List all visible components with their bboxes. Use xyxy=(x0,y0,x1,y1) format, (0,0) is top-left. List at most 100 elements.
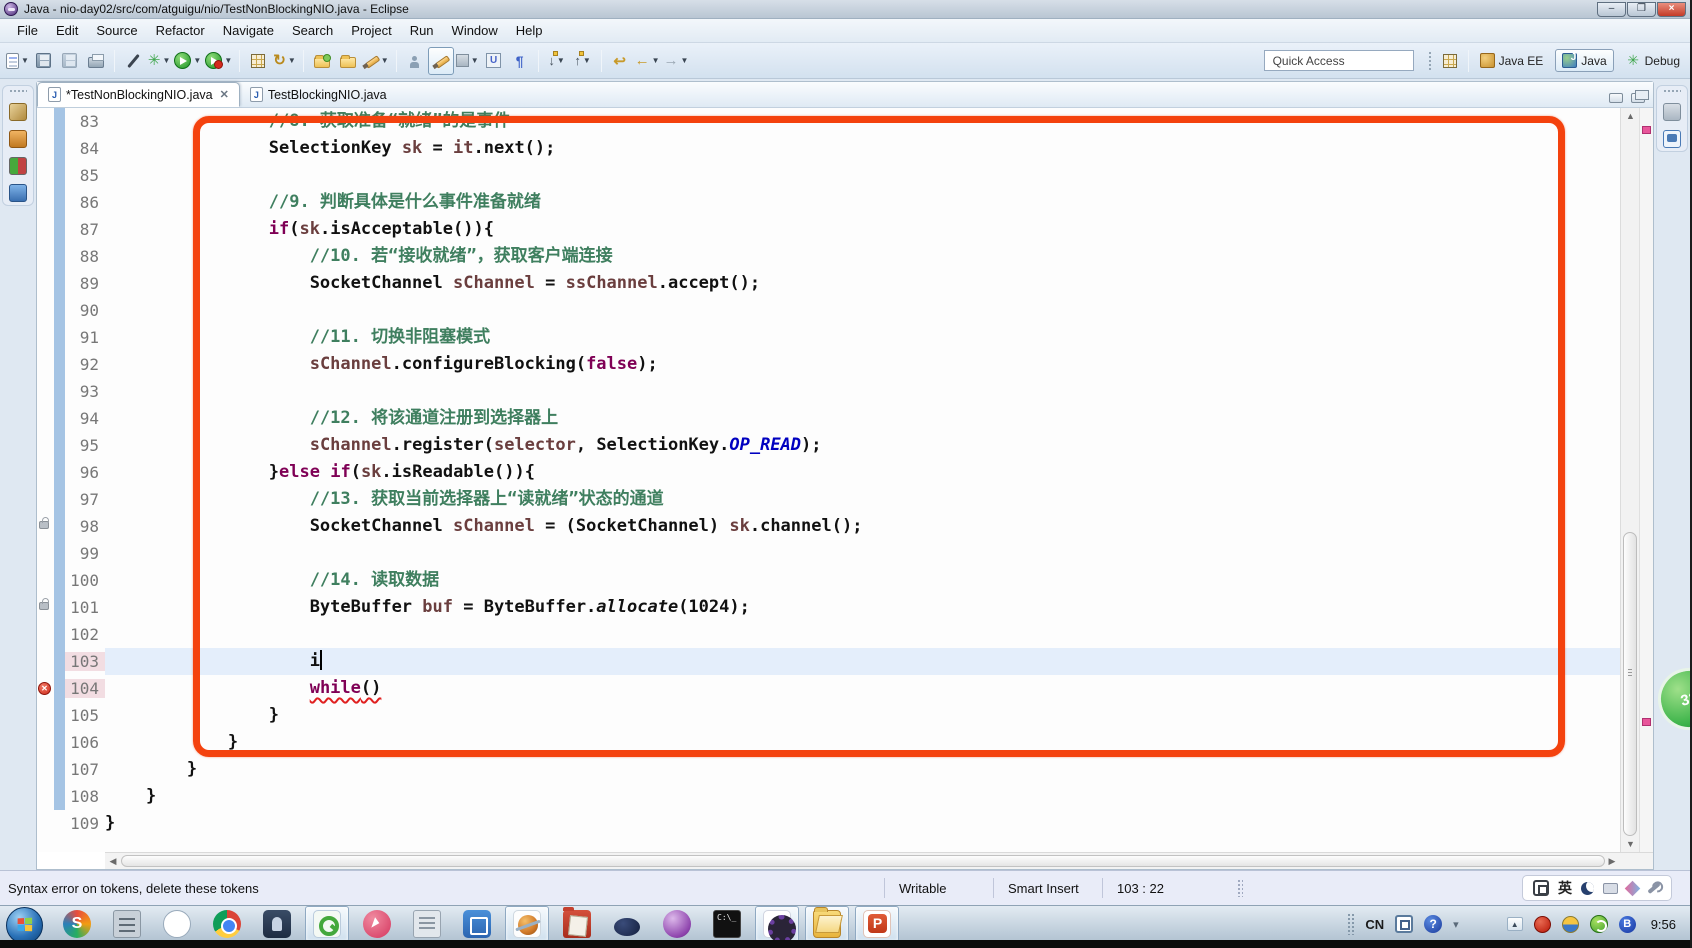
menu-search[interactable]: Search xyxy=(283,21,342,40)
code-text[interactable]: //9. 判断具体是什么事件准备就绪 xyxy=(105,189,1620,216)
horizontal-scrollbar[interactable]: ◀ ▶ xyxy=(105,852,1653,869)
scroll-up-arrow-icon[interactable]: ▲ xyxy=(1621,108,1640,124)
overview-ruler[interactable] xyxy=(1639,108,1653,852)
perspective-grip[interactable] xyxy=(1427,50,1433,71)
windows-explorer-icon[interactable] xyxy=(805,906,849,942)
security-360-tray-icon[interactable] xyxy=(1589,915,1608,933)
perspective-debug[interactable]: ✳ Debug xyxy=(1620,50,1686,71)
screen-capture-app-icon[interactable] xyxy=(355,906,399,942)
package-explorer-collapsed-icon[interactable] xyxy=(9,103,27,121)
show-hidden-icons-button[interactable]: ▲ xyxy=(1506,917,1523,931)
menu-project[interactable]: Project xyxy=(342,21,400,40)
code-line[interactable]: 85 xyxy=(37,162,1620,189)
overview-error-marker[interactable] xyxy=(1642,718,1651,727)
overview-error-marker[interactable] xyxy=(1642,126,1651,134)
code-text[interactable]: SocketChannel sChannel = ssChannel.accep… xyxy=(105,270,1620,297)
code-text[interactable]: } xyxy=(105,702,1620,729)
chrome-icon[interactable] xyxy=(205,906,249,942)
code-text[interactable] xyxy=(105,162,1620,189)
scroll-down-arrow-icon[interactable]: ▼ xyxy=(1621,836,1640,852)
back-history-button[interactable]: ← ▼ xyxy=(633,47,662,75)
moon-icon[interactable] xyxy=(1581,881,1594,895)
restore-views-grip[interactable] xyxy=(9,89,27,94)
code-line[interactable]: 87 if(sk.isAcceptable()){ xyxy=(37,216,1620,243)
open-type-button[interactable] xyxy=(309,47,335,75)
menu-file[interactable]: File xyxy=(8,21,47,40)
views-collapsed-icon[interactable] xyxy=(9,184,27,202)
minimize-editor-icon[interactable] xyxy=(1609,93,1623,103)
console-collapsed-icon[interactable] xyxy=(1663,130,1681,148)
vertical-scroll-thumb[interactable] xyxy=(1623,532,1637,836)
dropdown-arrow-icon[interactable]: ▼ xyxy=(163,56,171,65)
task-list-app-icon[interactable] xyxy=(105,906,149,942)
code-line[interactable]: 107 } xyxy=(37,756,1620,783)
window-close-button[interactable]: × xyxy=(1657,1,1686,17)
maximize-editor-icon[interactable] xyxy=(1631,90,1649,103)
code-text[interactable]: //13. 获取当前选择器上“读就绪”状态的通道 xyxy=(105,486,1620,513)
close-tab-icon[interactable]: ✕ xyxy=(220,88,229,101)
navy-disc-app-icon[interactable] xyxy=(605,906,649,942)
red-folder-app-icon[interactable] xyxy=(555,906,599,942)
perspective-java-ee[interactable]: Java EE xyxy=(1474,50,1550,71)
dropdown-arrow-icon[interactable]: ▼ xyxy=(583,56,591,65)
vertical-scrollbar[interactable]: ▲ ▼ xyxy=(1620,108,1640,852)
purple-orb-app-icon[interactable] xyxy=(655,906,699,942)
code-text[interactable]: //11. 切换非阻塞模式 xyxy=(105,324,1620,351)
internet-explorer-icon[interactable] xyxy=(155,906,199,942)
coverage-button[interactable]: ▼ xyxy=(203,47,234,75)
dark-app-icon[interactable] xyxy=(255,906,299,942)
code-line[interactable]: 92 sChannel.configureBlocking(false); xyxy=(37,351,1620,378)
code-line[interactable]: 90 xyxy=(37,297,1620,324)
clipboard-icon[interactable] xyxy=(1603,882,1618,894)
restore-views-grip[interactable] xyxy=(1663,89,1681,94)
code-line[interactable]: 91 //11. 切换非阻塞模式 xyxy=(37,324,1620,351)
dropdown-arrow-icon[interactable]: ▼ xyxy=(381,56,389,65)
code-text[interactable]: while() xyxy=(105,675,1620,702)
code-text[interactable]: //10. 若“接收就绪”，获取客户端连接 xyxy=(105,243,1620,270)
show-whitespace-toggle[interactable]: ¶ xyxy=(507,47,533,75)
ime-english-mode-label[interactable]: 英 xyxy=(1558,878,1572,898)
window-minimize-button[interactable]: – xyxy=(1597,1,1626,17)
element-filters-button[interactable]: ▼ xyxy=(454,47,481,75)
code-line[interactable]: 88 //10. 若“接收就绪”，获取客户端连接 xyxy=(37,243,1620,270)
code-text[interactable] xyxy=(105,297,1620,324)
menu-window[interactable]: Window xyxy=(443,21,507,40)
open-resource-button[interactable] xyxy=(335,47,361,75)
code-text[interactable]: sChannel.register(selector, SelectionKey… xyxy=(105,432,1620,459)
save-all-button[interactable] xyxy=(57,47,83,75)
menu-refactor[interactable]: Refactor xyxy=(147,21,214,40)
start-button[interactable] xyxy=(6,906,43,944)
menu-run[interactable]: Run xyxy=(401,21,443,40)
ime-tray-icon[interactable] xyxy=(1395,915,1414,933)
help-tray-icon[interactable]: ? xyxy=(1424,915,1443,933)
code-line[interactable]: 86 //9. 判断具体是什么事件准备就绪 xyxy=(37,189,1620,216)
last-edit-location-button[interactable]: ↩ xyxy=(607,47,633,75)
code-text[interactable]: SelectionKey sk = it.next(); xyxy=(105,135,1620,162)
code-line[interactable]: 97 //13. 获取当前选择器上“读就绪”状态的通道 xyxy=(37,486,1620,513)
code-text[interactable]: } xyxy=(105,729,1620,756)
menu-help[interactable]: Help xyxy=(507,21,552,40)
bluetooth-tray-icon[interactable]: B xyxy=(1618,915,1636,933)
search-button[interactable]: ▼ xyxy=(361,47,391,75)
dropdown-arrow-icon[interactable]: ▼ xyxy=(681,56,689,65)
print-button[interactable] xyxy=(83,47,109,75)
code-text[interactable]: //8. 获取准备“就绪”的是事件 xyxy=(105,108,1620,135)
code-line[interactable]: 98 SocketChannel sChannel = (SocketChann… xyxy=(37,513,1620,540)
wrench-icon[interactable] xyxy=(1647,881,1661,895)
language-indicator[interactable]: CN xyxy=(1365,917,1384,932)
open-perspective-button[interactable] xyxy=(1437,47,1463,75)
code-line[interactable]: 95 sChannel.register(selector, Selection… xyxy=(37,432,1620,459)
menu-source[interactable]: Source xyxy=(87,21,146,40)
code-text[interactable]: ByteBuffer buf = ByteBuffer.allocate(102… xyxy=(105,594,1620,621)
dropdown-arrow-icon[interactable]: ▼ xyxy=(21,56,29,65)
code-text[interactable] xyxy=(105,378,1620,405)
language-options-icon[interactable]: ▾ xyxy=(1453,918,1459,931)
blue-tool-app-icon[interactable] xyxy=(455,906,499,942)
clock[interactable]: 9:56 xyxy=(1651,917,1676,932)
new-wizard-button[interactable]: ▼ xyxy=(4,47,31,75)
code-line[interactable]: 96 }else if(sk.isReadable()){ xyxy=(37,459,1620,486)
code-text[interactable]: //14. 读取数据 xyxy=(105,567,1620,594)
screen-recorder-app-icon[interactable] xyxy=(505,906,549,942)
code-text[interactable]: } xyxy=(105,783,1620,810)
sparkle-icon[interactable] xyxy=(1624,880,1641,896)
